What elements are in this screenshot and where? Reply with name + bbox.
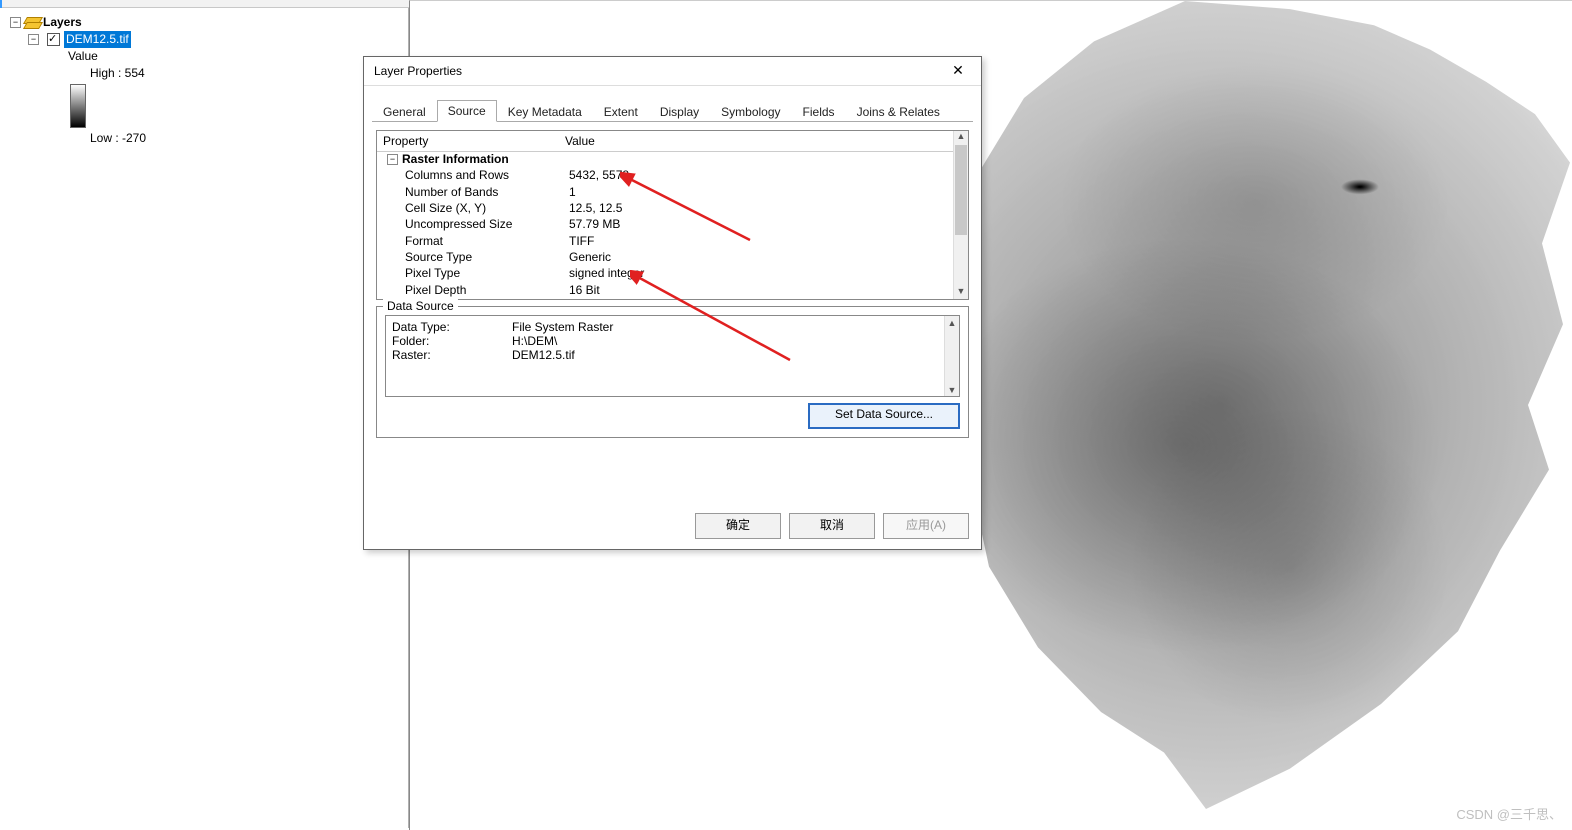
- tab-general[interactable]: General: [372, 101, 437, 122]
- value-label: Value: [68, 48, 98, 65]
- scroll-up-icon[interactable]: ▲: [954, 131, 968, 144]
- data-source-legend: Data Source: [383, 299, 458, 313]
- tab-key-metadata[interactable]: Key Metadata: [497, 101, 593, 122]
- property-value: 1: [569, 185, 954, 199]
- cancel-button[interactable]: 取消: [789, 513, 875, 539]
- property-group-name: Raster Information: [402, 152, 509, 166]
- color-ramp-icon: [70, 84, 86, 128]
- ds-value: DEM12.5.tif: [512, 348, 953, 362]
- tab-source[interactable]: Source: [437, 100, 497, 122]
- watermark: CSDN @三千思、: [1456, 804, 1562, 823]
- tab-symbology[interactable]: Symbology: [710, 101, 791, 122]
- ds-key: Raster:: [392, 348, 512, 362]
- layers-root-label[interactable]: Layers: [43, 14, 82, 31]
- header-value: Value: [565, 134, 968, 148]
- data-source-row: Raster:DEM12.5.tif: [392, 348, 953, 362]
- high-value-label: High : 554: [90, 65, 145, 82]
- property-name: Source Type: [377, 250, 569, 264]
- property-name: Uncompressed Size: [377, 217, 569, 231]
- selected-layer-name[interactable]: DEM12.5.tif: [64, 31, 131, 48]
- data-source-text[interactable]: Data Type:File System RasterFolder:H:\DE…: [385, 315, 960, 397]
- property-name: Pixel Depth: [377, 283, 569, 297]
- top-toolbar-fragment: [0, 0, 409, 8]
- layers-icon: [25, 17, 39, 29]
- property-name: Number of Bands: [377, 185, 569, 199]
- ds-key: Folder:: [392, 334, 512, 348]
- collapse-icon[interactable]: −: [10, 17, 21, 28]
- tab-display[interactable]: Display: [649, 101, 710, 122]
- property-row[interactable]: Pixel Depth16 Bit: [377, 281, 954, 297]
- scroll-down-icon[interactable]: ▼: [954, 286, 968, 299]
- ds-value: H:\DEM\: [512, 334, 953, 348]
- vertical-scrollbar[interactable]: ▲ ▼: [944, 316, 959, 396]
- property-value: 12.5, 12.5: [569, 201, 954, 215]
- property-row[interactable]: Columns and Rows5432, 5578: [377, 167, 954, 183]
- property-name: Pixel Type: [377, 266, 569, 280]
- data-source-row: Folder:H:\DEM\: [392, 334, 953, 348]
- low-value-label: Low : -270: [90, 130, 146, 147]
- property-name: Columns and Rows: [377, 168, 569, 182]
- close-button[interactable]: ✕: [937, 59, 979, 83]
- data-source-group: Data Source Data Type:File System Raster…: [376, 306, 969, 438]
- property-row[interactable]: FormatTIFF: [377, 232, 954, 248]
- property-row[interactable]: Uncompressed Size57.79 MB: [377, 216, 954, 232]
- scroll-down-icon[interactable]: ▼: [945, 383, 959, 396]
- ds-value: File System Raster: [512, 320, 953, 334]
- property-value: 5432, 5578: [569, 168, 954, 182]
- scroll-up-icon[interactable]: ▲: [945, 316, 959, 329]
- apply-button: 应用(A): [883, 513, 969, 539]
- header-property: Property: [377, 134, 565, 148]
- property-value: TIFF: [569, 234, 954, 248]
- dialog-button-row: 确定 取消 应用(A): [695, 513, 969, 539]
- layer-properties-dialog: Layer Properties ✕ GeneralSourceKey Meta…: [363, 56, 982, 550]
- property-grid-header: Property Value: [377, 131, 968, 152]
- property-name: Format: [377, 234, 569, 248]
- dialog-title: Layer Properties: [374, 64, 462, 78]
- property-value: Generic: [569, 250, 954, 264]
- tab-extent[interactable]: Extent: [593, 101, 649, 122]
- property-row[interactable]: Pixel Typesigned integer: [377, 265, 954, 281]
- tab-joins-relates[interactable]: Joins & Relates: [846, 101, 951, 122]
- property-value: 16 Bit: [569, 283, 954, 297]
- property-name: Cell Size (X, Y): [377, 201, 569, 215]
- collapse-icon[interactable]: −: [28, 34, 39, 45]
- dialog-titlebar[interactable]: Layer Properties ✕: [364, 57, 981, 86]
- tab-strip: GeneralSourceKey MetadataExtentDisplaySy…: [372, 98, 973, 122]
- property-row[interactable]: Number of Bands1: [377, 184, 954, 200]
- ds-key: Data Type:: [392, 320, 512, 334]
- property-row[interactable]: Source TypeGeneric: [377, 249, 954, 265]
- ok-button[interactable]: 确定: [695, 513, 781, 539]
- property-grid[interactable]: Property Value −Raster InformationColumn…: [376, 130, 969, 300]
- property-row[interactable]: Cell Size (X, Y)12.5, 12.5: [377, 200, 954, 216]
- tab-fields[interactable]: Fields: [792, 101, 846, 122]
- vertical-scrollbar[interactable]: ▲ ▼: [953, 131, 968, 299]
- scroll-thumb[interactable]: [955, 145, 967, 235]
- collapse-icon[interactable]: −: [387, 154, 398, 165]
- property-value: 57.79 MB: [569, 217, 954, 231]
- set-data-source-button[interactable]: Set Data Source...: [808, 403, 960, 429]
- table-of-contents-panel: − Layers − DEM12.5.tif Value High : 554 …: [0, 8, 409, 828]
- data-source-row: Data Type:File System Raster: [392, 320, 953, 334]
- layer-visibility-checkbox[interactable]: [47, 33, 60, 46]
- property-value: signed integer: [569, 266, 954, 280]
